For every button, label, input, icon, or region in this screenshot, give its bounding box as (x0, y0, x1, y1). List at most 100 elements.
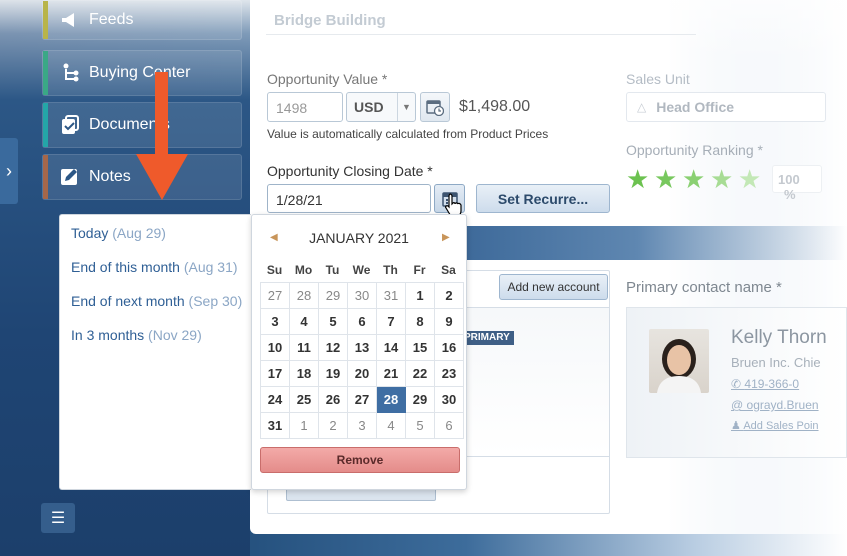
preset-date: (Aug 31) (183, 259, 238, 275)
recurring-calendar-button[interactable] (420, 92, 450, 122)
weekday-label: We (352, 263, 371, 277)
calendar-day[interactable]: 1 (289, 412, 319, 439)
weekday-label: Su (266, 263, 283, 277)
preset-today[interactable]: Today (Aug 29) (71, 225, 166, 241)
calendar-day[interactable]: 8 (405, 308, 435, 335)
calendar-day[interactable]: 10 (260, 334, 290, 361)
preset-end-of-month[interactable]: End of this month (Aug 31) (71, 259, 238, 275)
calendar-day[interactable]: 7 (376, 308, 406, 335)
arrow-down-icon (136, 72, 188, 200)
calendar-day[interactable]: 11 (289, 334, 319, 361)
org-chart-icon (59, 63, 81, 83)
contact-email-value: ograyd.Bruen (746, 398, 819, 412)
calendar-day[interactable]: 20 (347, 360, 377, 387)
contact-name[interactable]: Kelly Thorn (731, 327, 827, 349)
ranking-label: Opportunity Ranking * (626, 142, 763, 158)
calendar-day[interactable]: 27 (347, 386, 377, 413)
calendar-day[interactable]: 15 (405, 334, 435, 361)
sales-unit-label: Sales Unit (626, 71, 690, 87)
ranking-input[interactable]: 100 % (772, 165, 822, 202)
contact-card: Kelly Thorn Bruen Inc. Chie ✆ 419-366-0 … (626, 307, 847, 458)
weekday-label: Mo (294, 263, 313, 277)
at-icon: @ (731, 398, 747, 412)
calendar-day[interactable]: 29 (318, 282, 348, 309)
calendar-day[interactable]: 29 (405, 386, 435, 413)
date-presets-panel: Today (Aug 29) End of this month (Aug 31… (59, 214, 251, 490)
calendar-day[interactable]: 16 (434, 334, 464, 361)
star-icon[interactable]: ★ (626, 166, 649, 192)
calendar-day[interactable]: 19 (318, 360, 348, 387)
calendar-day[interactable]: 5 (405, 412, 435, 439)
calendar-week: 27 28 29 30 31 1 2 (260, 282, 464, 309)
contact-email[interactable]: @ ograyd.Bruen (731, 398, 819, 412)
calendar-day[interactable]: 30 (347, 282, 377, 309)
preset-date: (Sep 30) (188, 293, 243, 309)
calendar-week: 10 11 12 13 14 15 16 (260, 334, 464, 361)
calendar-day[interactable]: 23 (434, 360, 464, 387)
calendar-day[interactable]: 4 (289, 308, 319, 335)
star-icon[interactable]: ★ (654, 166, 677, 192)
currency-value: USD (354, 99, 384, 115)
preset-label: In 3 months (71, 327, 145, 343)
closing-date-input[interactable]: 1/28/21 (267, 184, 431, 213)
add-sales-point-link[interactable]: ♟ Add Sales Poin (731, 419, 819, 432)
calendar-day[interactable]: 14 (376, 334, 406, 361)
calendar-day[interactable]: 12 (318, 334, 348, 361)
add-account-button[interactable]: Add new account (499, 274, 608, 300)
calendar-day[interactable]: 22 (405, 360, 435, 387)
calendar-day[interactable]: 21 (376, 360, 406, 387)
megaphone-icon (59, 10, 81, 30)
calendar-day[interactable]: 30 (434, 386, 464, 413)
currency-select[interactable]: USD ▼ (346, 92, 416, 122)
calendar-week: 3 4 5 6 7 8 9 (260, 308, 464, 335)
sidebar-stripe (43, 51, 48, 95)
main-fade (250, 0, 847, 60)
preset-label: Today (71, 225, 109, 241)
calendar-day[interactable]: 26 (318, 386, 348, 413)
sidebar-item-feeds[interactable]: Feeds (42, 0, 242, 40)
sidebar-stripe (43, 103, 48, 147)
set-recurrence-button[interactable]: Set Recurre... (476, 184, 610, 213)
calendar-day[interactable]: 24 (260, 386, 290, 413)
calendar-day[interactable]: 1 (405, 282, 435, 309)
calendar-day[interactable]: 3 (347, 412, 377, 439)
calendar-day[interactable]: 17 (260, 360, 290, 387)
sidebar-item-label: Notes (89, 168, 131, 185)
closing-date-label: Opportunity Closing Date * (267, 163, 433, 179)
calendar-day[interactable]: 2 (434, 282, 464, 309)
chevron-right-icon[interactable]: › (0, 138, 18, 204)
calendar-day[interactable]: 31 (376, 282, 406, 309)
next-month-icon[interactable]: ▶ (442, 232, 450, 243)
calendar-day[interactable]: 6 (434, 412, 464, 439)
opportunity-value-input[interactable]: 1498 (267, 92, 343, 122)
star-icon[interactable]: ★ (738, 166, 761, 192)
section-divider (266, 34, 696, 35)
calendar-day[interactable]: 25 (289, 386, 319, 413)
star-icon[interactable]: ★ (682, 166, 705, 192)
calendar-day-selected[interactable]: 28 (376, 386, 406, 413)
calendar-popup: ◀ JANUARY 2021 ▶ Su Mo Tu We Th Fr Sa 27… (251, 214, 467, 490)
ranking-unit: % (784, 187, 796, 202)
calendar-day[interactable]: 4 (376, 412, 406, 439)
preset-in-3-months[interactable]: In 3 months (Nov 29) (71, 327, 202, 343)
primary-contact-label: Primary contact name * (626, 279, 782, 296)
menu-icon[interactable]: ☰ (41, 503, 75, 533)
preset-end-of-next-month[interactable]: End of next month (Sep 30) (71, 293, 242, 309)
calendar-day[interactable]: 13 (347, 334, 377, 361)
calendar-day[interactable]: 18 (289, 360, 319, 387)
sales-unit-field[interactable]: △ Head Office (626, 92, 826, 122)
star-icon[interactable]: ★ (710, 166, 733, 192)
remove-date-button[interactable]: Remove (260, 447, 460, 473)
contact-phone[interactable]: ✆ 419-366-0 (731, 377, 799, 391)
calendar-day[interactable]: 6 (347, 308, 377, 335)
calendar-day[interactable]: 27 (260, 282, 290, 309)
calendar-day[interactable]: 2 (318, 412, 348, 439)
ranking-value: 100 (778, 172, 800, 187)
preset-date: (Aug 29) (112, 225, 166, 241)
notes-icon (59, 167, 81, 187)
calendar-day[interactable]: 3 (260, 308, 290, 335)
calendar-day[interactable]: 9 (434, 308, 464, 335)
calendar-day[interactable]: 5 (318, 308, 348, 335)
calendar-day[interactable]: 31 (260, 412, 290, 439)
calendar-day[interactable]: 28 (289, 282, 319, 309)
